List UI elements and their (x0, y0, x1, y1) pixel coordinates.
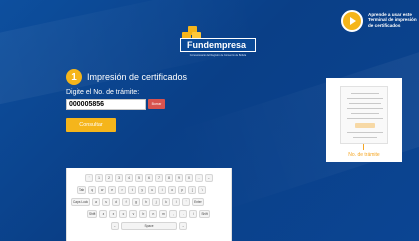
key[interactable]: 9 (175, 174, 183, 182)
key[interactable]: t (128, 186, 137, 194)
step-number-badge: 1 (66, 69, 82, 85)
key[interactable]: g (132, 198, 141, 206)
key[interactable]: u (148, 186, 157, 194)
key[interactable]: , (169, 210, 178, 218)
key[interactable]: 8 (165, 174, 173, 182)
key[interactable]: 7 (155, 174, 163, 182)
receipt-example-card: No. de trámite (326, 78, 402, 162)
fundempresa-logo: Fundempresa Concesionario del Registro d… (176, 24, 256, 64)
left-arrow-key[interactable]: ← (111, 222, 119, 230)
key[interactable]: 3 (115, 174, 123, 182)
key[interactable]: 5 (135, 174, 143, 182)
key[interactable]: e (108, 186, 117, 194)
receipt-sample-image (340, 86, 388, 144)
shift-key[interactable]: Shift (199, 210, 210, 218)
shift-key[interactable]: Shift (87, 210, 98, 218)
key[interactable]: . (179, 210, 188, 218)
key[interactable]: ' (85, 174, 93, 182)
receipt-pointer (363, 144, 364, 150)
keyboard-row-1: ' 1 2 3 4 5 6 7 8 9 0 - ← (85, 174, 213, 182)
key[interactable]: m (159, 210, 168, 218)
key[interactable]: k (162, 198, 171, 206)
key[interactable]: d (112, 198, 121, 206)
play-icon[interactable] (341, 10, 363, 32)
key[interactable]: ' (182, 198, 191, 206)
backspace-key[interactable]: ← (205, 174, 213, 182)
kiosk-screen: Fundempresa Concesionario del Registro d… (0, 0, 419, 241)
key[interactable]: 1 (95, 174, 103, 182)
help-text-line: Terminal de impresión (368, 17, 417, 23)
caps-lock-key[interactable]: Caps Lock (71, 198, 91, 206)
keyboard-row-5: ← Space → (111, 222, 187, 230)
key[interactable]: 2 (105, 174, 113, 182)
key[interactable]: 4 (125, 174, 133, 182)
key[interactable]: b (139, 210, 148, 218)
key[interactable]: l (172, 198, 181, 206)
space-key[interactable]: Space (121, 222, 177, 230)
help-text-line: de certificados (368, 22, 401, 28)
key[interactable]: j (152, 198, 161, 206)
logo-wordmark: Fundempresa (180, 38, 256, 52)
key[interactable]: z (99, 210, 108, 218)
enter-key[interactable]: Enter (192, 198, 204, 206)
keyboard-row-4: Shift z x c v b n m , . / Shift (87, 210, 210, 218)
key[interactable]: q (88, 186, 97, 194)
consult-button[interactable]: Consultar (66, 118, 116, 132)
key[interactable]: c (119, 210, 128, 218)
key[interactable]: 6 (145, 174, 153, 182)
key[interactable]: i (158, 186, 167, 194)
key[interactable]: v (129, 210, 138, 218)
key[interactable]: f (122, 198, 131, 206)
key[interactable]: [ (188, 186, 197, 194)
key[interactable]: w (98, 186, 107, 194)
key[interactable]: / (189, 210, 198, 218)
tramite-label: Digite el No. de trámite: (66, 89, 140, 96)
erase-button[interactable]: Borrar (148, 99, 165, 109)
key[interactable]: r (118, 186, 127, 194)
tramite-input[interactable] (66, 99, 146, 110)
key[interactable]: a (92, 198, 101, 206)
key[interactable]: 0 (185, 174, 193, 182)
key[interactable]: \ (198, 186, 207, 194)
page-title: Impresión de certificados (87, 72, 188, 82)
key[interactable]: h (142, 198, 151, 206)
keyboard-row-3: Caps Lock a s d f g h j k l ' Enter (71, 198, 204, 206)
receipt-caption: No. de trámite (348, 152, 380, 158)
keyboard-row-2: Tab q w e r t y u i o p [ \ (77, 186, 207, 194)
key[interactable]: - (195, 174, 203, 182)
key[interactable]: o (168, 186, 177, 194)
receipt-number-highlight (355, 123, 375, 128)
tab-key[interactable]: Tab (77, 186, 87, 194)
key[interactable]: s (102, 198, 111, 206)
right-arrow-key[interactable]: → (179, 222, 187, 230)
on-screen-keyboard: ' 1 2 3 4 5 6 7 8 9 0 - ← Tab q w e r t … (66, 168, 232, 241)
key[interactable]: p (178, 186, 187, 194)
logo-tagline: Concesionario del Registro de Comercio d… (189, 54, 247, 57)
step-header: 1 Impresión de certificados (66, 68, 187, 86)
key[interactable]: n (149, 210, 158, 218)
key[interactable]: y (138, 186, 147, 194)
key[interactable]: x (109, 210, 118, 218)
help-text: Aprende a usar este Terminal de impresió… (368, 12, 418, 28)
help-tutorial[interactable]: Aprende a usar este Terminal de impresió… (341, 10, 418, 36)
